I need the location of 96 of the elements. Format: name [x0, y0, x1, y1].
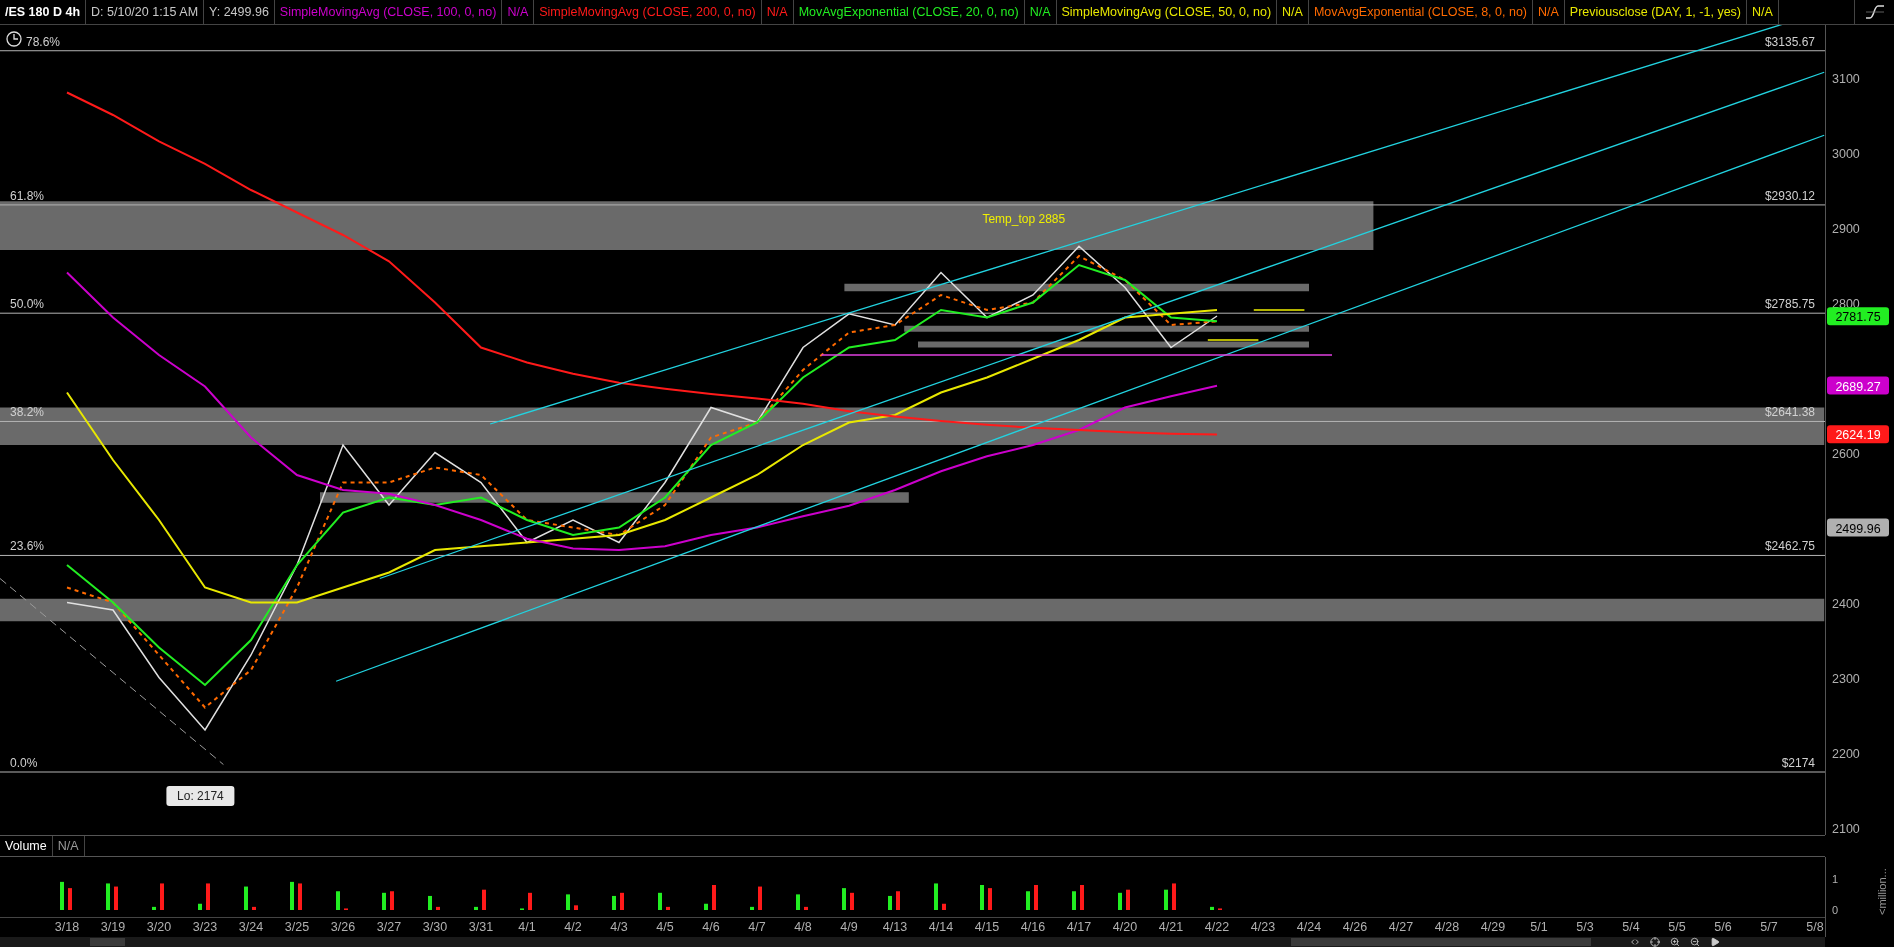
fib-level-label: 61.8%: [10, 188, 45, 203]
price-tag: 2499.96: [1827, 518, 1889, 537]
date-label: 5/6: [1714, 920, 1732, 934]
clock-icon[interactable]: [6, 31, 22, 47]
scroll-handle[interactable]: [90, 938, 125, 946]
axis-tick-label: 3100: [1832, 71, 1860, 86]
price-level-label: $2462.75: [1764, 539, 1815, 554]
study-label[interactable]: MovAvgExponential (CLOSE, 8, 0, no): [1308, 0, 1533, 24]
curve-icon: [1863, 4, 1886, 20]
price-tag: 2689.27: [1827, 376, 1889, 395]
symbol-label[interactable]: /ES 180 D 4h: [0, 0, 87, 24]
pan-icon[interactable]: [1630, 937, 1640, 947]
date-label: 5/4: [1622, 920, 1640, 934]
price-tag: 2781.75: [1827, 307, 1889, 326]
date-label: 3/20: [146, 920, 172, 934]
study-label[interactable]: SimpleMovingAvg (CLOSE, 200, 0, no): [534, 0, 762, 24]
study-label[interactable]: N/A: [761, 0, 794, 24]
date-label: 4/7: [748, 920, 766, 934]
price-level-label: $2174: [1781, 756, 1815, 770]
date-label: 5/1: [1530, 920, 1548, 934]
date-label: 4/24: [1296, 920, 1322, 934]
study-label[interactable]: SimpleMovingAvg (CLOSE, 50, 0, no): [1056, 0, 1278, 24]
axis-tick-label: 0: [1832, 904, 1839, 916]
date-label: 4/22: [1204, 920, 1230, 934]
price-level-label: $3135.67: [1764, 34, 1815, 49]
price-level-label: $2641.38: [1764, 405, 1815, 420]
study-label[interactable]: N/A: [502, 0, 535, 24]
date-label: 5/3: [1576, 920, 1594, 934]
study-label[interactable]: N/A: [1533, 0, 1565, 24]
study-label[interactable]: MovAvgExponential (CLOSE, 20, 0, no): [793, 0, 1025, 24]
date-label: 4/1: [518, 920, 536, 934]
axis-tick-label: 2300: [1832, 671, 1860, 686]
date-label: 3/19: [100, 920, 126, 934]
date-label: 4/15: [974, 920, 1000, 934]
zoom-out-icon[interactable]: [1690, 937, 1700, 947]
marker-line: [1253, 309, 1306, 311]
study-label[interactable]: N/A: [1024, 0, 1057, 24]
fib-level-label: 78.6%: [26, 34, 61, 49]
date-label: 3/26: [330, 920, 356, 934]
zoom-in-icon[interactable]: [1670, 937, 1680, 947]
date-label: 4/21: [1158, 920, 1184, 934]
axis-tick-label: 2900: [1832, 221, 1860, 236]
scroll-thumb[interactable]: [1291, 938, 1591, 946]
date-label: 4/3: [610, 920, 628, 934]
axis-tick-label: 2200: [1832, 746, 1860, 761]
axis-unit-label: <million...: [1876, 868, 1888, 915]
price-level-label: $2785.75: [1764, 297, 1815, 312]
low-callout: Lo: 2174: [166, 786, 235, 806]
crosshair-icon[interactable]: [1650, 937, 1660, 947]
fib-level-label: 38.2%: [10, 405, 45, 420]
date-label: 4/28: [1434, 920, 1460, 934]
axis-tick-label: 3000: [1832, 146, 1860, 161]
date-label: 4/9: [840, 920, 858, 934]
date-label: 4/20: [1112, 920, 1138, 934]
date-label: 4/2: [564, 920, 582, 934]
price-level-label: $2930.12: [1764, 188, 1815, 203]
info-label: Y: 2499.96: [204, 0, 275, 24]
date-label: 4/13: [882, 920, 908, 934]
axis-tick-label: 1: [1832, 872, 1839, 885]
axis-tick-label: 2400: [1832, 596, 1860, 611]
study-label[interactable]: N/A: [1747, 0, 1779, 24]
date-label: 5/7: [1760, 920, 1778, 934]
date-label: 4/29: [1480, 920, 1506, 934]
date-label: 3/30: [422, 920, 448, 934]
fib-level-label: 50.0%: [10, 297, 45, 312]
chart-note: Temp_top 2885: [982, 212, 1066, 226]
date-label: 4/27: [1388, 920, 1414, 934]
date-label: 4/26: [1342, 920, 1368, 934]
price-tag: 2624.19: [1827, 425, 1889, 444]
date-label: 3/31: [468, 920, 494, 934]
date-label: 4/23: [1250, 920, 1276, 934]
date-label: 4/17: [1066, 920, 1092, 934]
date-label: 3/23: [192, 920, 218, 934]
study-label[interactable]: SimpleMovingAvg (CLOSE, 100, 0, no): [274, 0, 503, 24]
date-label: 4/16: [1020, 920, 1046, 934]
date-label: 4/14: [928, 920, 954, 934]
date-label: 4/8: [794, 920, 812, 934]
info-label: D: 5/10/20 1:15 AM: [86, 0, 205, 24]
date-label: 3/18: [54, 920, 80, 934]
study-label[interactable]: N/A: [1277, 0, 1309, 24]
date-label: 3/24: [238, 920, 264, 934]
play-icon[interactable]: [1710, 937, 1720, 947]
axis-tick-label: 2100: [1832, 821, 1860, 835]
date-label: 3/25: [284, 920, 310, 934]
date-label: 4/5: [656, 920, 674, 934]
pane-title: Volume: [0, 836, 53, 856]
axis-tick-label: 2600: [1832, 446, 1860, 461]
date-label: 5/5: [1668, 920, 1686, 934]
date-label: 5/8: [1806, 920, 1824, 934]
date-label: 4/6: [702, 920, 720, 934]
date-label: 3/27: [376, 920, 402, 934]
status-label: N/A: [52, 836, 85, 856]
fib-level-label: 0.0%: [10, 756, 38, 770]
marker-line: [1207, 339, 1260, 341]
fib-level-label: 23.6%: [10, 539, 45, 554]
study-label[interactable]: Previousclose (DAY, 1, -1, yes): [1564, 0, 1747, 24]
